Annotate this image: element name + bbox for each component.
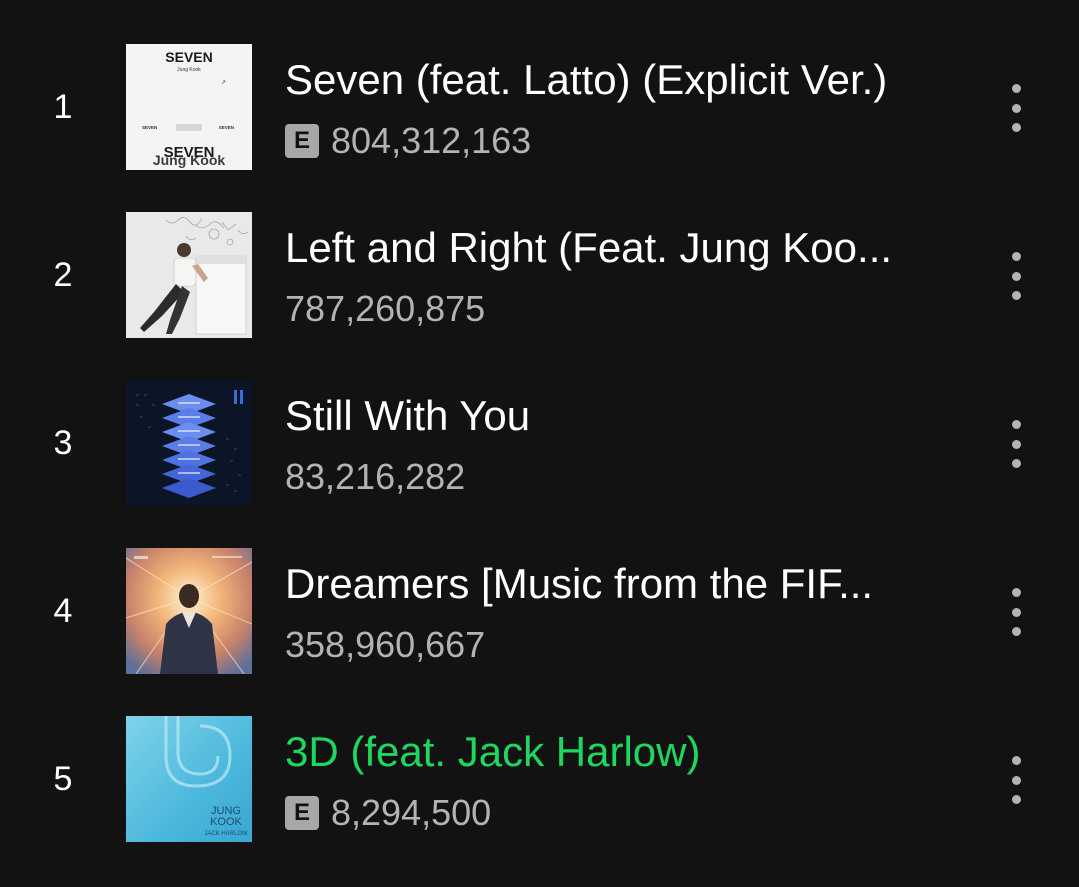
track-rank: 1 xyxy=(53,88,73,126)
album-cover-dreamers xyxy=(126,548,252,674)
cover-logo-sub: Jung Kook xyxy=(153,152,226,168)
track-row[interactable]: 3 Still With You 83,216,282 xyxy=(0,364,1079,532)
track-meta: E 8,294,500 xyxy=(285,790,491,836)
cover-artist: Jung Kook xyxy=(177,67,201,73)
more-options-button[interactable] xyxy=(994,248,1038,304)
explicit-badge: E xyxy=(285,124,319,158)
cover-small-right: SEVEN xyxy=(219,125,234,130)
track-meta: 83,216,282 xyxy=(285,454,465,500)
track-rank: 5 xyxy=(53,760,73,798)
track-row[interactable]: 4 Dreamers [Music from the FIF... 358,96… xyxy=(0,532,1079,700)
play-count: 804,312,163 xyxy=(331,120,532,161)
play-count: 8,294,500 xyxy=(331,792,492,833)
cover-small-left: SEVEN xyxy=(142,125,157,130)
track-row[interactable]: 2 Left and Right (Feat. Jung Koo... 787,… xyxy=(0,196,1079,364)
track-rank: 2 xyxy=(53,256,73,294)
track-title-now-playing[interactable]: 3D (feat. Jack Harlow) xyxy=(285,724,965,780)
more-options-button[interactable] xyxy=(994,584,1038,640)
track-rank: 4 xyxy=(53,592,73,630)
explicit-badge: E xyxy=(285,796,319,830)
track-rank: 3 xyxy=(53,424,73,462)
track-title[interactable]: Seven (feat. Latto) (Explicit Ver.) xyxy=(285,52,965,108)
svg-text:↗: ↗ xyxy=(221,80,226,86)
more-options-button[interactable] xyxy=(994,416,1038,472)
more-options-icon xyxy=(1011,84,1021,93)
track-row[interactable]: 5 JUNG KOOK JACK HARLOW 3D (feat. Jack H… xyxy=(0,700,1079,868)
track-title[interactable]: Left and Right (Feat. Jung Koo... xyxy=(285,220,965,276)
album-cover-seven: SEVEN Jung Kook ↗ SEVEN SEVEN SEVEN Jung… xyxy=(126,44,252,170)
track-title[interactable]: Dreamers [Music from the FIF... xyxy=(285,556,965,612)
track-meta: E 804,312,163 xyxy=(285,118,531,164)
popular-tracks-list: 1 SEVEN Jung Kook ↗ SEVEN SEVEN SEVEN Ju… xyxy=(0,0,1079,887)
more-options-icon xyxy=(1011,420,1021,429)
cover-line-2: KOOK xyxy=(210,816,242,828)
more-options-icon xyxy=(1011,588,1021,597)
track-row[interactable]: 1 SEVEN Jung Kook ↗ SEVEN SEVEN SEVEN Ju… xyxy=(0,28,1079,196)
track-meta: 787,260,875 xyxy=(285,286,485,332)
track-title[interactable]: Still With You xyxy=(285,388,965,444)
play-count: 358,960,667 xyxy=(285,624,486,665)
album-cover-still-with-you xyxy=(126,380,252,506)
cover-title: SEVEN xyxy=(165,49,212,65)
more-options-button[interactable] xyxy=(994,752,1038,808)
more-options-icon xyxy=(1011,756,1021,765)
track-meta: 358,960,667 xyxy=(285,622,485,668)
album-cover-left-and-right xyxy=(126,212,252,338)
cover-line-3: JACK HARLOW xyxy=(204,831,248,837)
more-options-button[interactable] xyxy=(994,80,1038,136)
more-options-icon xyxy=(1011,252,1021,261)
play-count: 83,216,282 xyxy=(285,456,466,497)
album-cover-3d: JUNG KOOK JACK HARLOW xyxy=(126,716,252,842)
play-count: 787,260,875 xyxy=(285,288,486,329)
